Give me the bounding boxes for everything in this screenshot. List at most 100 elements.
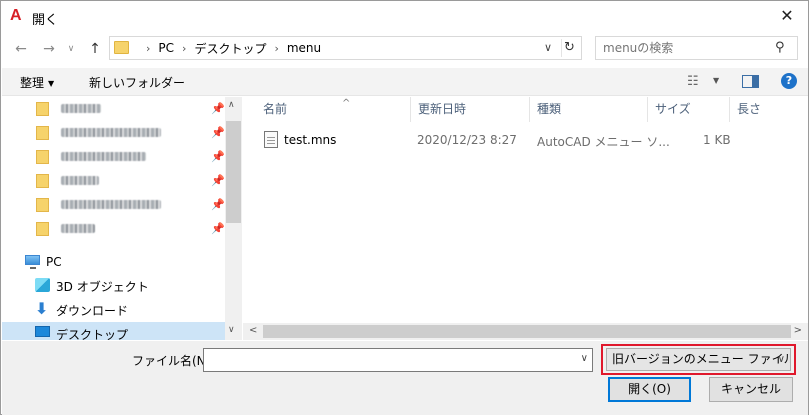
folder-icon — [36, 150, 49, 164]
nav-item-pc[interactable]: PC — [2, 251, 225, 273]
document-file-icon — [264, 131, 278, 148]
filetype-highlight: 旧バージョンのメニュー ファイル(*.mn ∨ — [601, 344, 796, 375]
pin-icon[interactable]: 📌 — [211, 222, 225, 235]
column-header-label: 名前 — [263, 102, 288, 116]
pin-icon[interactable]: 📌 — [211, 174, 225, 187]
filetype-select[interactable]: 旧バージョンのメニュー ファイル(*.mn ∨ — [606, 348, 791, 371]
nav-item-label: 3D オブジェクト — [56, 280, 149, 294]
address-bar[interactable]: › PC › デスクトップ › menu ∨ ↻ — [109, 36, 582, 60]
caret-down-icon: ▼ — [48, 79, 55, 88]
dialog-footer: ファイル名(N): ∨ 旧バージョンのメニュー ファイル(*.mn ∨ 開く(O… — [2, 341, 808, 415]
breadcrumb-pc[interactable]: PC — [158, 41, 174, 55]
open-button[interactable]: 開く(O) — [608, 377, 691, 402]
download-arrow-icon: ⬇ — [35, 299, 49, 318]
nav-item-quick-access[interactable]: 📌 — [2, 194, 225, 216]
title-bar: A 開く ✕ — [1, 1, 808, 32]
blurred-label — [61, 200, 161, 209]
blurred-label — [61, 128, 161, 137]
nav-item-label: ダウンロード — [56, 304, 129, 318]
command-bar: 整理 ▼ 新しいフォルダー ☷ ▼ ? — [2, 68, 808, 96]
file-name: test.mns — [284, 133, 337, 147]
address-history-chevron-icon[interactable]: ∨ — [541, 40, 555, 56]
scrollbar-thumb[interactable] — [263, 325, 791, 338]
nav-item-quick-access[interactable]: 📌 — [2, 122, 225, 144]
file-modified: 2020/12/23 8:27 — [417, 133, 517, 147]
breadcrumb-menu[interactable]: menu — [287, 41, 321, 55]
desktop-icon — [35, 326, 50, 337]
file-list: 名前 ^ 更新日時 種類 サイズ 長さ test.mns 2020/12/23 … — [243, 97, 808, 323]
pin-icon[interactable]: 📌 — [211, 126, 225, 139]
breadcrumb: › PC › デスクトップ › menu — [138, 40, 321, 56]
column-header-size[interactable]: サイズ — [648, 97, 730, 122]
close-button[interactable]: ✕ — [776, 5, 798, 27]
navigation-pane-scrollbar[interactable]: ∧ ∨ — [225, 97, 242, 340]
computer-icon — [25, 255, 40, 269]
column-header-type[interactable]: 種類 — [530, 97, 648, 122]
up-folder-arrow-icon[interactable]: ↑ — [87, 40, 103, 58]
nav-item-label: デスクトップ — [56, 328, 129, 340]
nav-item-desktop[interactable]: デスクトップ — [2, 322, 225, 340]
file-size: 1 KB — [703, 133, 731, 147]
recent-locations-chevron-icon[interactable]: ∨ — [65, 40, 77, 58]
filetype-value: 旧バージョンのメニュー ファイル(*.mn — [612, 352, 791, 366]
nav-item-quick-access[interactable]: 📌 — [2, 170, 225, 192]
autocad-app-icon: A — [10, 7, 22, 24]
back-arrow-icon[interactable]: ← — [13, 40, 29, 58]
nav-item-3d-objects[interactable]: 3D オブジェクト — [2, 274, 225, 296]
chevron-right-icon[interactable]: › — [274, 42, 278, 55]
file-type: AutoCAD メニュー ソ... — [537, 135, 670, 149]
scroll-up-chevron-icon[interactable]: ∧ — [228, 100, 235, 110]
3d-cube-icon — [35, 278, 50, 292]
scrollbar-thumb[interactable] — [226, 121, 241, 223]
organize-button[interactable]: 整理 ▼ — [20, 74, 54, 91]
view-options-icon[interactable]: ☷ — [687, 74, 699, 89]
blurred-label — [61, 152, 146, 161]
blurred-label — [61, 176, 99, 185]
navigation-pane: 📌 📌 📌 📌 📌 📌 PC 3D オブジェクト ⬇ ダウンロード デスクトップ — [2, 97, 242, 340]
search-box[interactable]: ⚲ — [595, 36, 798, 60]
scroll-down-chevron-icon[interactable]: ∨ — [228, 325, 235, 335]
column-header-name[interactable]: 名前 ^ — [256, 97, 411, 122]
folder-icon — [36, 126, 49, 140]
preview-pane-icon[interactable] — [742, 75, 759, 88]
filetype-chevron-icon[interactable]: ∨ — [778, 349, 785, 370]
breadcrumb-desktop[interactable]: デスクトップ — [194, 40, 266, 57]
folder-icon — [36, 198, 49, 212]
filename-input[interactable]: ∨ — [203, 348, 593, 372]
pin-icon[interactable]: 📌 — [211, 102, 225, 115]
scroll-right-chevron-icon[interactable]: > — [794, 325, 802, 336]
nav-item-quick-access[interactable]: 📌 — [2, 98, 225, 120]
folder-icon — [114, 41, 129, 54]
nav-item-quick-access[interactable]: 📌 — [2, 146, 225, 168]
sort-ascending-icon: ^ — [342, 98, 351, 109]
file-list-horizontal-scrollbar[interactable]: < > — [243, 323, 808, 340]
pin-icon[interactable]: 📌 — [211, 198, 225, 211]
folder-icon — [36, 174, 49, 188]
dialog-title: 開く — [32, 13, 59, 28]
refresh-icon[interactable]: ↻ — [561, 39, 577, 57]
filename-history-chevron-icon[interactable]: ∨ — [581, 353, 588, 364]
folder-icon — [36, 102, 49, 116]
nav-item-label: PC — [46, 255, 62, 269]
chevron-right-icon[interactable]: › — [182, 42, 186, 55]
forward-arrow-icon[interactable]: → — [41, 40, 57, 58]
chevron-right-icon: › — [146, 41, 151, 55]
cancel-button[interactable]: キャンセル — [709, 377, 793, 402]
caret-down-icon[interactable]: ▼ — [713, 76, 719, 85]
new-folder-button[interactable]: 新しいフォルダー — [89, 74, 185, 91]
table-row[interactable]: test.mns 2020/12/23 8:27 AutoCAD メニュー ソ.… — [257, 130, 757, 150]
organize-label: 整理 — [20, 76, 45, 90]
nav-item-quick-access[interactable]: 📌 — [2, 218, 225, 240]
help-icon[interactable]: ? — [781, 73, 797, 89]
open-dialog: A 開く ✕ ← → ∨ ↑ › PC › デスクトップ › menu ∨ ↻ … — [0, 0, 809, 415]
blurred-label — [61, 104, 101, 113]
column-header-length[interactable]: 長さ — [730, 97, 808, 122]
folder-icon — [36, 222, 49, 236]
scroll-left-chevron-icon[interactable]: < — [249, 325, 257, 336]
column-header-modified[interactable]: 更新日時 — [411, 97, 530, 122]
pin-icon[interactable]: 📌 — [211, 150, 225, 163]
blurred-label — [61, 224, 95, 233]
nav-item-downloads[interactable]: ⬇ ダウンロード — [2, 298, 225, 320]
search-input[interactable] — [603, 40, 773, 56]
search-icon[interactable]: ⚲ — [775, 40, 789, 56]
